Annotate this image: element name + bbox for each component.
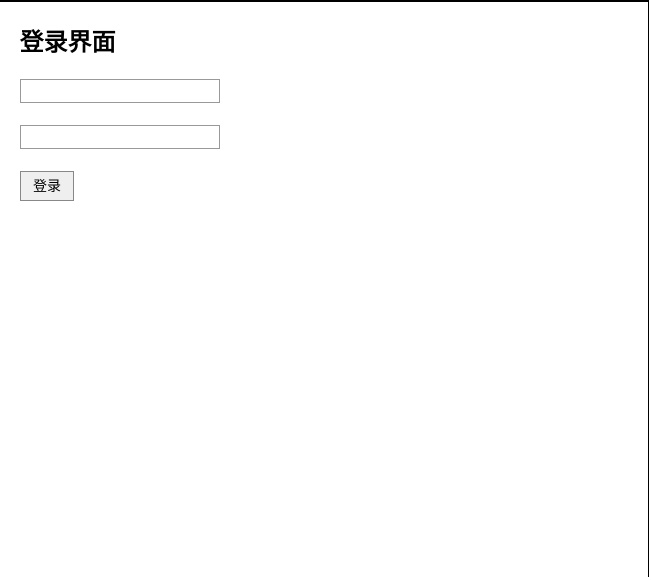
password-row [20, 125, 628, 149]
username-input[interactable] [20, 79, 220, 103]
password-input[interactable] [20, 125, 220, 149]
page-title: 登录界面 [20, 22, 628, 57]
login-panel: 登录界面 登录 [0, 0, 649, 577]
submit-row: 登录 [20, 171, 628, 201]
login-button[interactable]: 登录 [20, 171, 74, 201]
login-form-container: 登录界面 登录 [0, 2, 648, 243]
username-row [20, 79, 628, 103]
